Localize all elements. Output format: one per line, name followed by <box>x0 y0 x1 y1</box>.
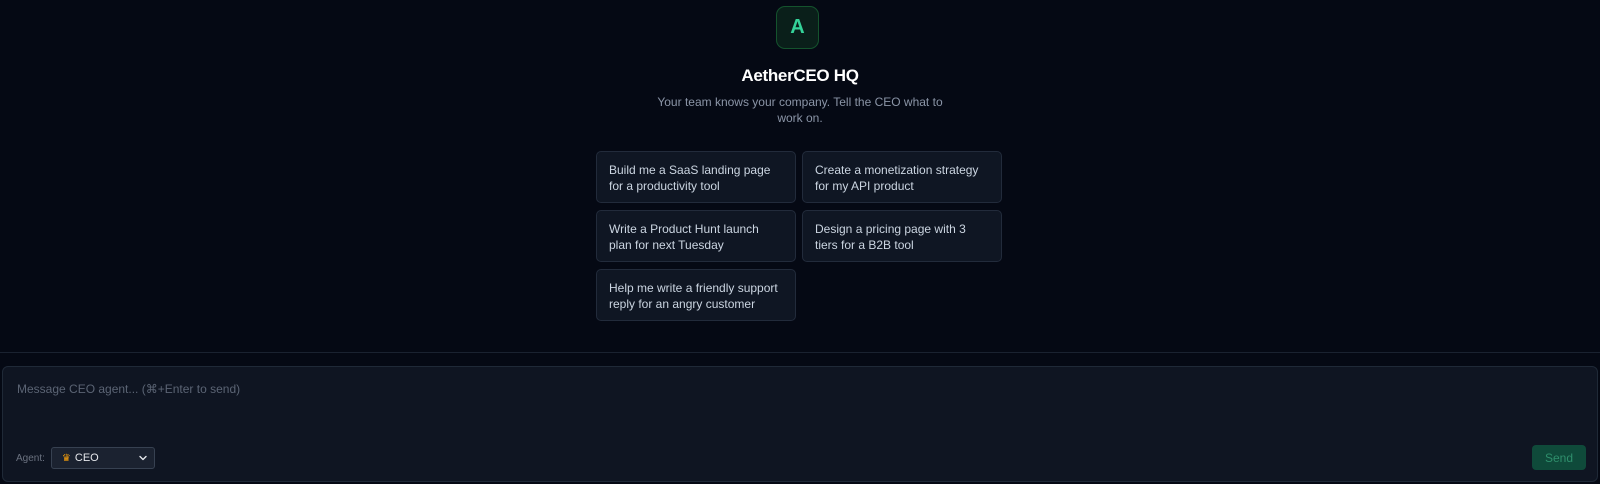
agent-select[interactable]: ♛ CEO <box>50 447 155 469</box>
section-divider <box>0 352 1600 353</box>
agent-label: Agent: <box>16 452 45 464</box>
app-page: A AetherCEO HQ Your team knows your comp… <box>0 0 1600 484</box>
suggestion-card[interactable]: Build me a SaaS landing page for a produ… <box>596 151 796 203</box>
suggestion-card[interactable]: Design a pricing page with 3 tiers for a… <box>802 210 1002 262</box>
chevron-down-icon <box>139 455 147 461</box>
page-subtitle: Your team knows your company. Tell the C… <box>657 95 943 125</box>
crown-icon: ♛ <box>61 452 71 464</box>
app-logo: A <box>776 6 819 49</box>
suggestion-card[interactable]: Help me write a friendly support reply f… <box>596 269 796 321</box>
page-title: AetherCEO HQ <box>741 66 859 85</box>
suggestion-card[interactable]: Create a monetization strategy for my AP… <box>802 151 1002 203</box>
message-input[interactable] <box>15 379 1579 443</box>
agent-picker: Agent: ♛ CEO <box>16 447 155 469</box>
suggestion-grid: Build me a SaaS landing page for a produ… <box>596 151 1002 321</box>
suggestion-card[interactable]: Write a Product Hunt launch plan for nex… <box>596 210 796 262</box>
message-composer: Agent: ♛ CEO Send <box>2 366 1598 482</box>
welcome-panel: A AetherCEO HQ Your team knows your comp… <box>0 0 1600 352</box>
send-button[interactable]: Send <box>1532 445 1586 470</box>
agent-selected-value: CEO <box>74 452 99 464</box>
